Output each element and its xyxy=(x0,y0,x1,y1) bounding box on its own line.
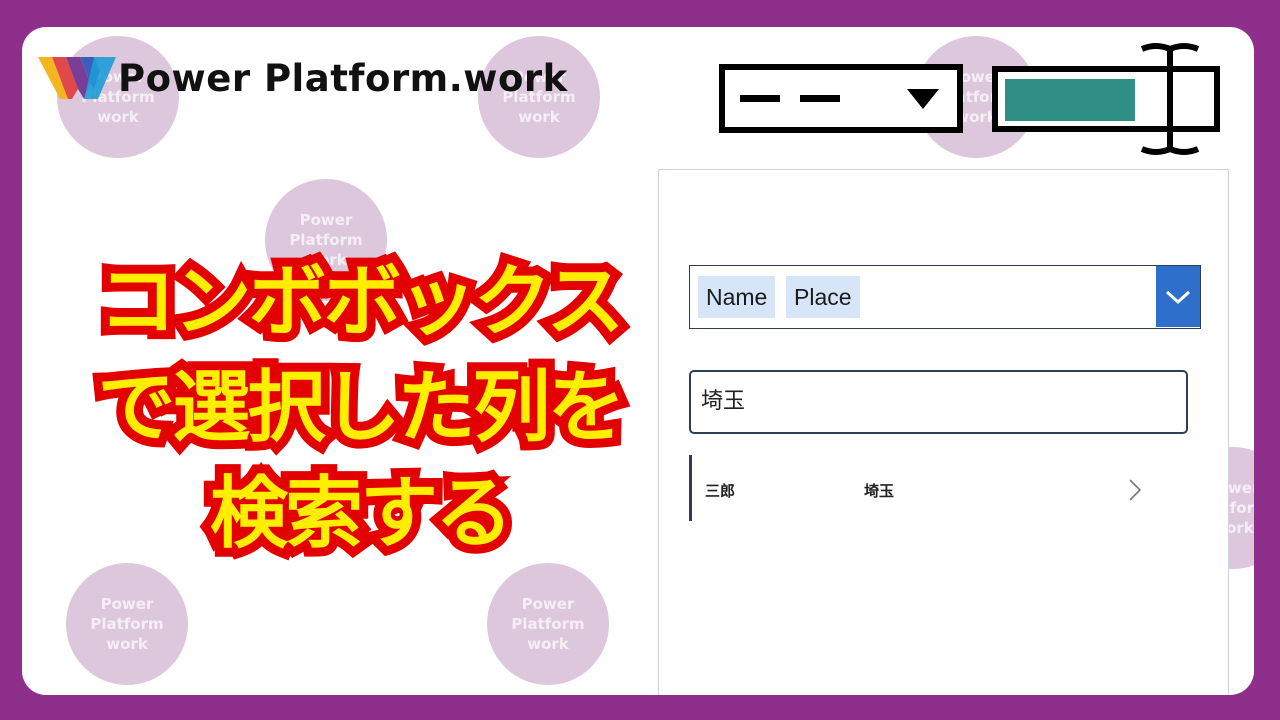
watermark-logo: PowerPlatformwork xyxy=(66,563,188,685)
headline-line: コンボボックス xyxy=(90,248,634,356)
column-combobox[interactable]: Name Place xyxy=(689,265,1201,329)
selected-chip-name[interactable]: Name xyxy=(698,276,776,318)
selected-chip-place[interactable]: Place xyxy=(786,276,860,318)
app-screen: Name Place 埼玉 三郎 埼玉 xyxy=(658,169,1229,695)
headline: コンボボックス で選択した列を 検索する xyxy=(40,248,680,568)
headline-line: で選択した列を xyxy=(88,354,634,462)
thumbnail-card: Power Platform work Power Platform work Powe… xyxy=(22,27,1254,695)
search-input[interactable]: 埼玉 xyxy=(689,370,1188,434)
watermark-logo: PowerPlatformwork xyxy=(487,563,609,685)
chevron-right-icon[interactable] xyxy=(1127,477,1143,503)
headline-line: 検索する xyxy=(201,460,522,568)
chevron-down-icon xyxy=(1165,290,1191,304)
row-place-cell: 埼玉 xyxy=(864,482,895,500)
combobox-expand-button[interactable] xyxy=(1156,266,1200,327)
row-name-cell: 三郎 xyxy=(705,482,736,500)
selected-row-indicator xyxy=(689,455,692,521)
gallery-row[interactable]: 三郎 埼玉 xyxy=(689,455,1199,521)
